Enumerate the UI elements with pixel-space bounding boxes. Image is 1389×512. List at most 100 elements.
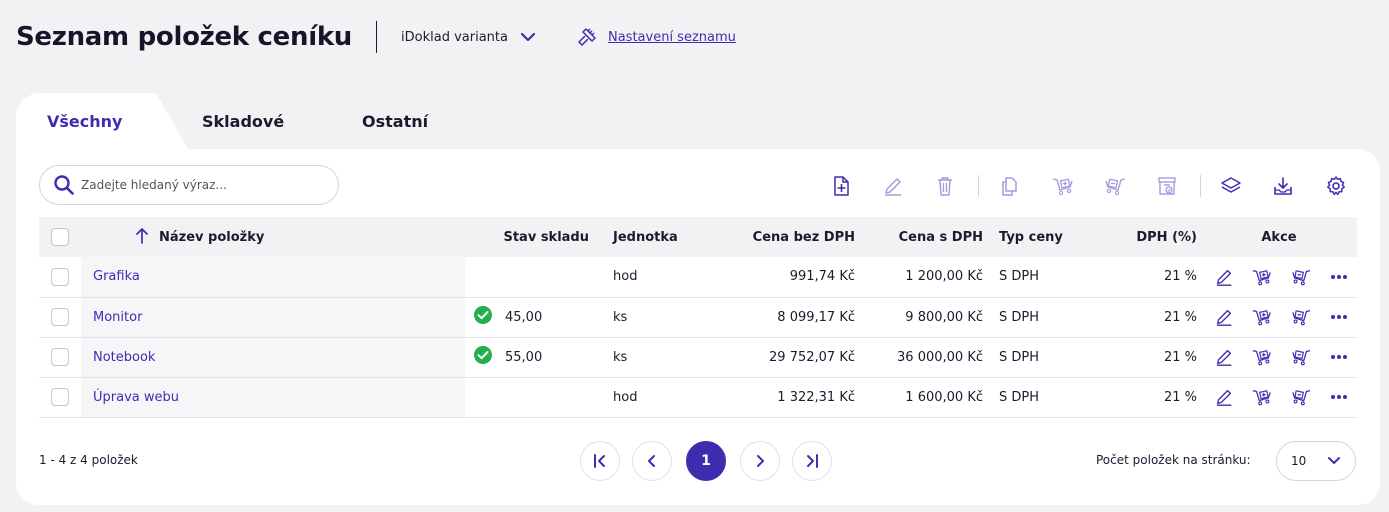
cell-price-type: S DPH — [999, 309, 1040, 325]
copy-icon — [1002, 177, 1017, 196]
cart-add-icon[interactable] — [1251, 387, 1273, 407]
edit-icon[interactable] — [1214, 307, 1234, 327]
first-page-button[interactable] — [580, 441, 620, 481]
last-page-button[interactable] — [792, 441, 832, 481]
sort-ascending-icon — [136, 228, 148, 244]
edit-icon[interactable] — [1214, 387, 1234, 407]
search-icon — [54, 175, 74, 195]
tab-other[interactable]: Ostatní — [362, 93, 482, 149]
item-name-link[interactable]: Grafika — [93, 269, 140, 284]
more-options-icon[interactable] — [1329, 274, 1349, 280]
row-checkbox[interactable] — [51, 388, 69, 406]
cell-actions — [1201, 377, 1357, 417]
cell-vat: 21 % — [1163, 389, 1197, 405]
cell-unit: hod — [613, 389, 638, 405]
row-checkbox-cell — [39, 377, 81, 417]
cart-remove-icon[interactable] — [1290, 387, 1312, 407]
edit-icon[interactable] — [1214, 267, 1234, 287]
chevron-right-icon — [757, 455, 764, 467]
export-button[interactable] — [1268, 171, 1298, 201]
per-page-label: Počet položek na stránku: — [1096, 453, 1251, 467]
add-item-button[interactable] — [826, 171, 856, 201]
cell-unit: ks — [613, 349, 628, 365]
cell-name: Grafika — [81, 257, 465, 297]
tab-stock[interactable]: Skladové — [202, 93, 362, 149]
search-box[interactable] — [39, 165, 339, 205]
more-options-icon[interactable] — [1329, 394, 1349, 400]
first-page-icon — [594, 454, 605, 468]
edit-icon — [885, 178, 901, 196]
cart-remove-icon[interactable] — [1290, 307, 1312, 327]
cart-add-icon[interactable] — [1251, 307, 1273, 327]
select-all-checkbox[interactable] — [51, 228, 69, 246]
cell-price-with-vat: 1 600,00 Kč — [905, 389, 983, 405]
column-header-vat[interactable]: DPH (%) — [1105, 217, 1201, 257]
paint-brush-icon — [578, 28, 596, 46]
cart-add-icon[interactable] — [1251, 267, 1273, 287]
row-checkbox[interactable] — [51, 308, 69, 326]
layers-icon — [1221, 177, 1241, 193]
cell-name: Notebook — [81, 337, 465, 377]
last-page-icon — [807, 454, 818, 468]
copy-item-button[interactable] — [994, 171, 1024, 201]
more-options-icon[interactable] — [1329, 314, 1349, 320]
tab-all[interactable]: Všechny — [16, 93, 156, 149]
header-divider — [376, 21, 378, 53]
settings-button[interactable] — [1321, 171, 1351, 201]
cell-price-type: S DPH — [999, 389, 1040, 405]
cell-vat: 21 % — [1163, 269, 1197, 285]
column-header-unit[interactable]: Jednotka — [603, 217, 723, 257]
column-header-price-with-vat[interactable]: Cena s DPH — [855, 217, 983, 257]
chevron-down-icon — [1328, 457, 1340, 464]
list-settings-link[interactable]: Nastavení seznamu — [576, 26, 736, 48]
cell-stock — [465, 257, 603, 297]
edit-item-button[interactable] — [878, 171, 908, 201]
table-row[interactable]: Monitor 45,00 ks 8 099,17 Kč 9 800,00 Kč S DP… — [39, 297, 1357, 337]
cell-vat: 21 % — [1163, 349, 1197, 365]
stock-card-button[interactable] — [1152, 171, 1182, 201]
row-checkbox-cell — [39, 257, 81, 297]
item-name-link[interactable]: Monitor — [93, 310, 142, 325]
delete-item-button[interactable] — [930, 171, 960, 201]
cell-unit: ks — [613, 309, 628, 325]
header-checkbox-cell — [39, 217, 81, 257]
item-name-link[interactable]: Úprava webu — [93, 390, 179, 405]
column-header-price-type[interactable]: Typ ceny — [983, 217, 1105, 257]
cell-stock: 55,00 — [465, 337, 603, 377]
check-circle-icon — [473, 345, 493, 369]
search-input[interactable] — [81, 178, 321, 192]
row-checkbox[interactable] — [51, 267, 69, 286]
table-body: Grafika hod 991,74 Kč 1 200,00 Kč S DPH 21 % M… — [39, 257, 1357, 417]
bulk-actions-button[interactable] — [1216, 171, 1246, 201]
cart-add-icon[interactable] — [1251, 347, 1273, 367]
table-row[interactable]: Úprava webu hod 1 322,31 Kč 1 600,00 Kč S DP… — [39, 377, 1357, 417]
current-page-button[interactable]: 1 — [686, 441, 726, 481]
table-row[interactable]: Notebook 55,00 ks 29 752,07 Kč 36 000,00 Kč S… — [39, 337, 1357, 377]
row-checkbox[interactable] — [51, 348, 69, 366]
cart-remove-icon[interactable] — [1290, 347, 1312, 367]
column-header-stock[interactable]: Stav skladu — [465, 217, 603, 257]
table-header-row: Název položky Stav skladu Jednotka Cena … — [39, 217, 1357, 257]
column-header-name[interactable]: Název položky — [81, 217, 465, 257]
stock-card-icon — [1158, 177, 1176, 195]
per-page-select[interactable]: 10 — [1276, 441, 1356, 481]
column-header-price-without-vat[interactable]: Cena bez DPH — [723, 217, 855, 257]
cart-remove-icon[interactable] — [1290, 267, 1312, 287]
previous-page-button[interactable] — [632, 441, 672, 481]
tab-other-label: Ostatní — [362, 111, 429, 131]
more-options-icon[interactable] — [1329, 354, 1349, 360]
item-name-link[interactable]: Notebook — [93, 350, 155, 365]
next-page-button[interactable] — [740, 441, 780, 481]
stock-in-button[interactable] — [1048, 171, 1078, 201]
variant-dropdown[interactable]: iDoklad varianta — [401, 30, 536, 45]
edit-icon[interactable] — [1214, 347, 1234, 367]
table-row[interactable]: Grafika hod 991,74 Kč 1 200,00 Kč S DPH 21 % — [39, 257, 1357, 297]
cart-add-icon — [1052, 178, 1073, 196]
cell-stock — [465, 377, 603, 417]
stock-value: 55,00 — [505, 349, 543, 365]
chevron-down-icon — [520, 32, 536, 42]
stock-out-button[interactable] — [1100, 171, 1130, 201]
cell-price-with-vat: 36 000,00 Kč — [897, 349, 983, 365]
cell-name: Monitor — [81, 297, 465, 337]
column-header-name-label: Název položky — [159, 229, 265, 245]
